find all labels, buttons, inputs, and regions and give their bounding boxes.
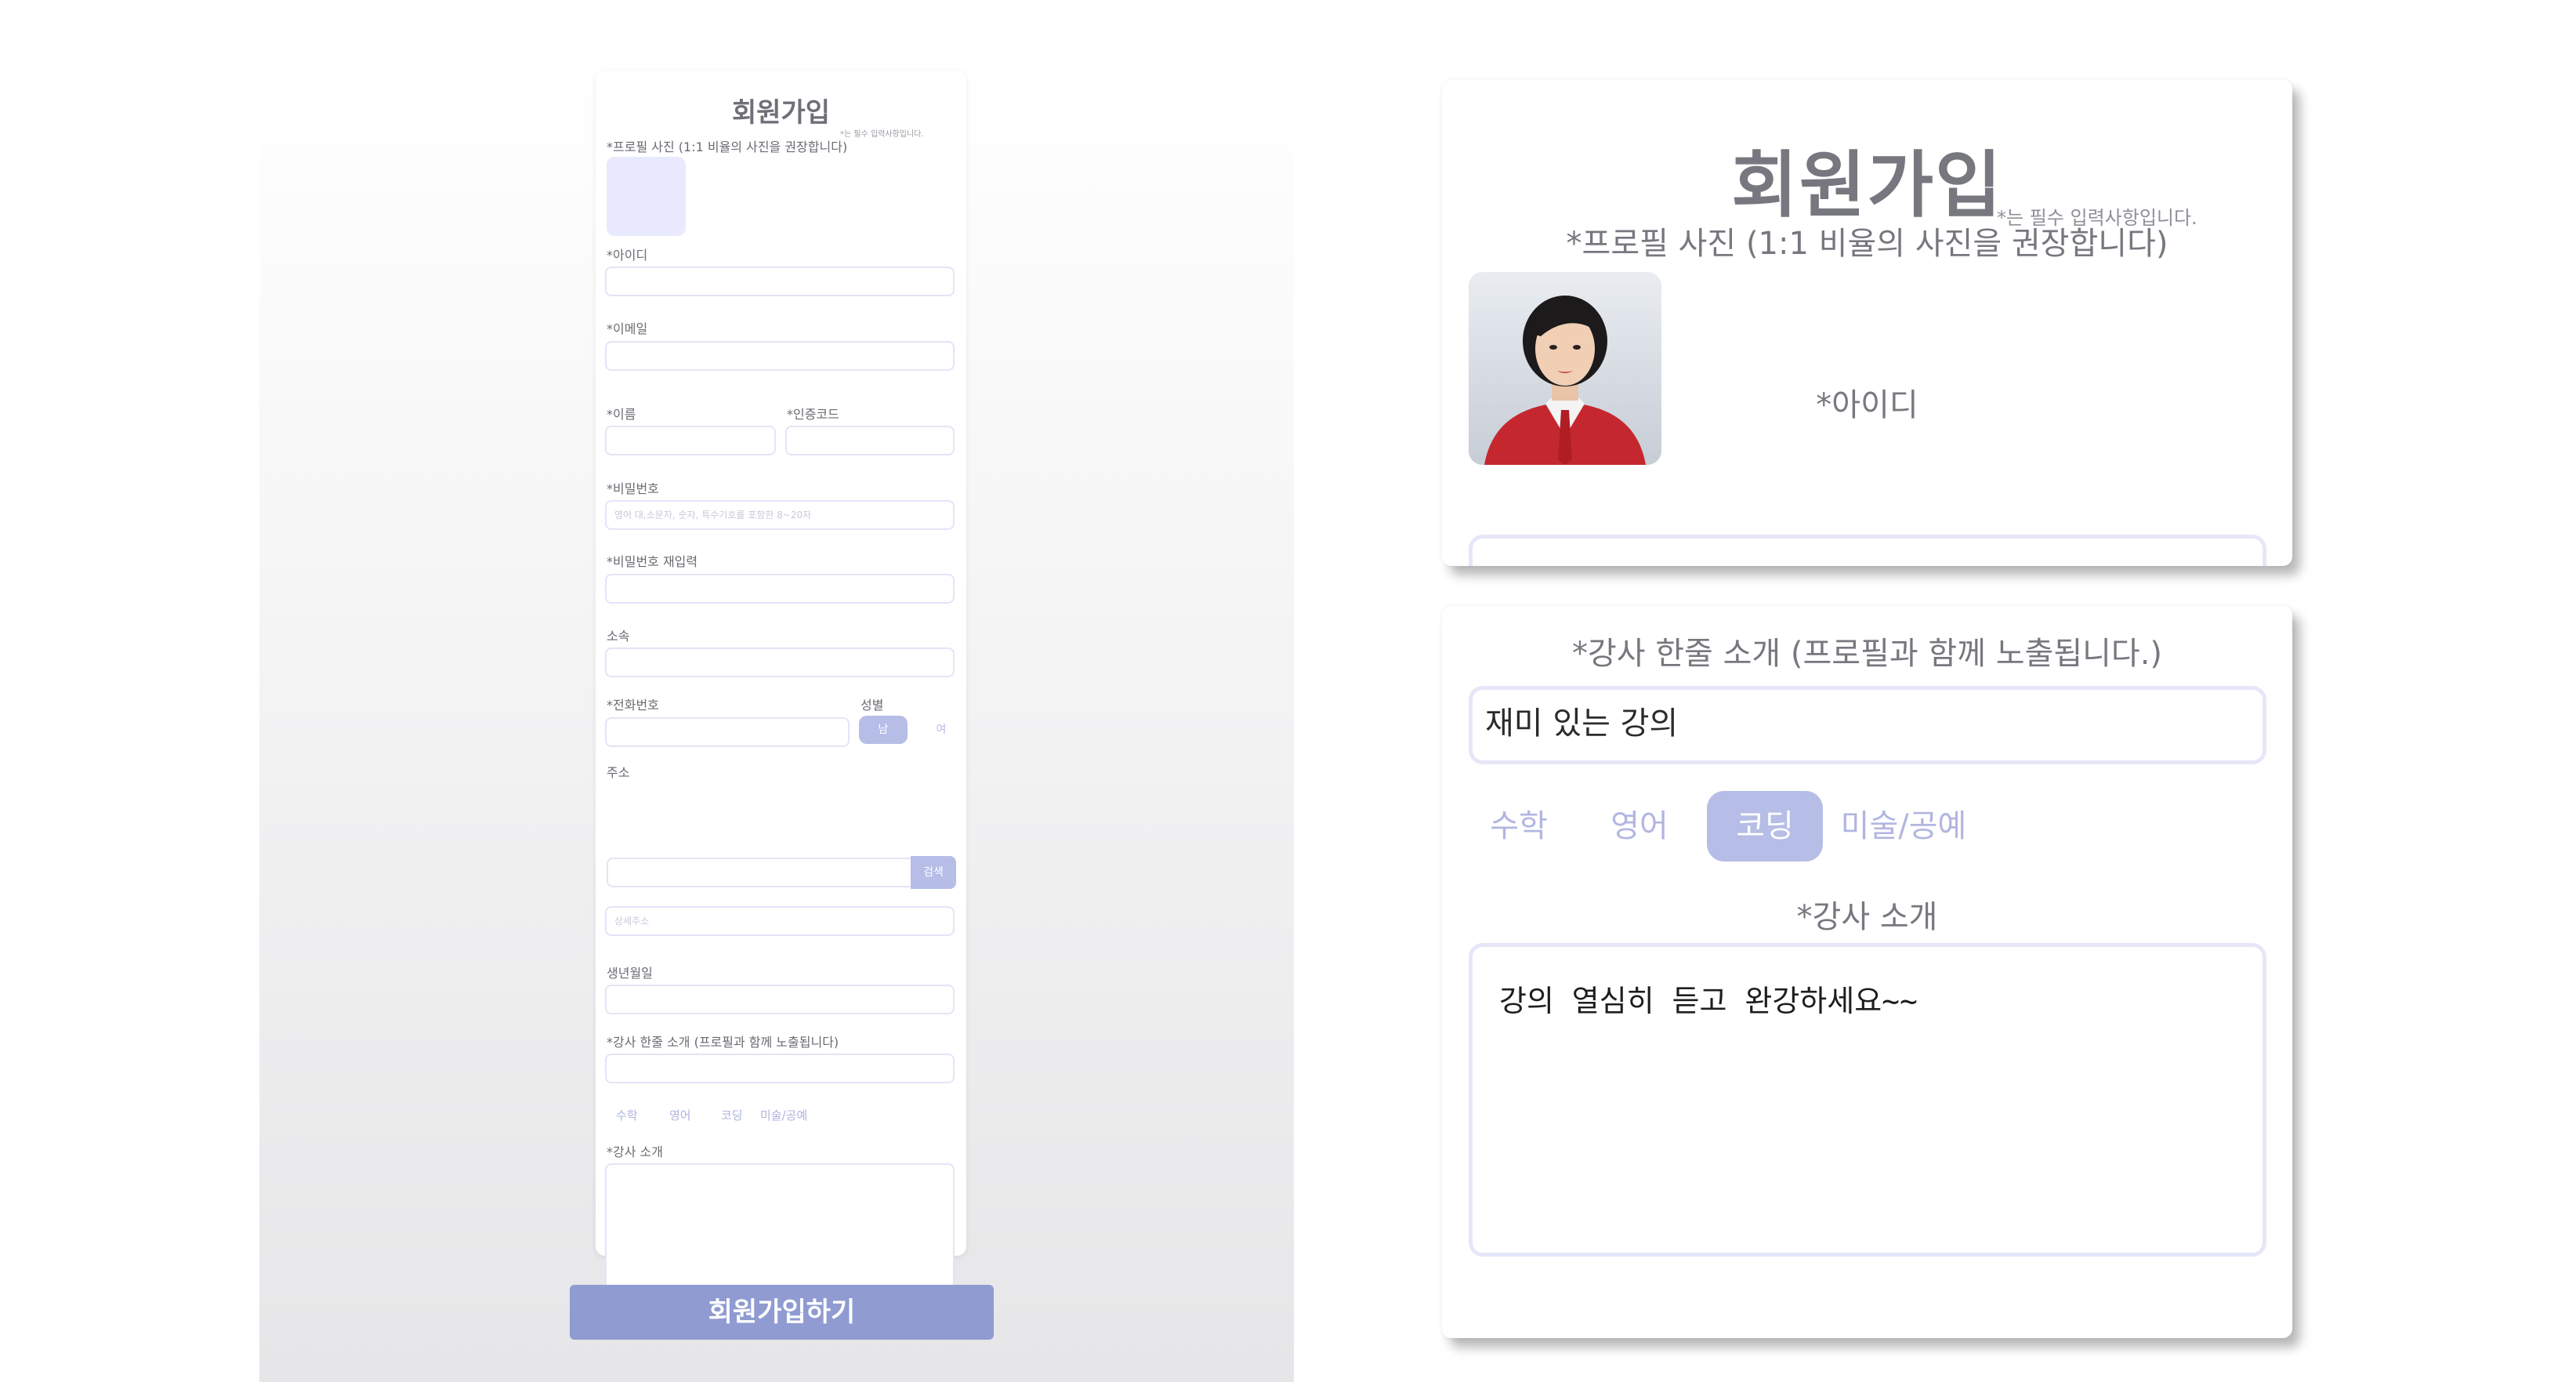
address-input[interactable] xyxy=(607,858,912,887)
address-label: 주소 xyxy=(607,765,630,780)
subject-math[interactable]: 수학 xyxy=(616,1107,638,1123)
zoom-id-label: *아이디 xyxy=(1816,387,1918,423)
zoom-intro-short-value: 재미 있는 강의 xyxy=(1485,706,1679,742)
id-input[interactable] xyxy=(605,267,955,296)
zoom-photo-label: *프로필 사진 (1:1 비율의 사진을 권장합니다) xyxy=(1566,226,2168,262)
verification-code-input[interactable] xyxy=(785,426,955,455)
affiliation-label: 소속 xyxy=(607,629,630,644)
gender-male-toggle[interactable]: 남 xyxy=(859,716,908,744)
name-input[interactable] xyxy=(605,426,776,455)
profile-photo[interactable] xyxy=(1469,272,1661,465)
zoom-subject-math[interactable]: 수학 xyxy=(1473,791,1564,861)
zoom-intro-short-input[interactable]: 재미 있는 강의 xyxy=(1469,686,2266,764)
photo-label: *프로필 사진 (1:1 비율의 사진을 권장합니다) xyxy=(607,140,848,154)
code-label: *인증코드 xyxy=(787,407,839,422)
intro-short-input[interactable] xyxy=(605,1054,955,1083)
zoom-card-top: 회원가입 *는 필수 입력사항입니다. *프로필 사진 (1:1 비율의 사진을… xyxy=(1442,80,2292,566)
signup-submit-button[interactable]: 회원가입하기 xyxy=(570,1285,994,1340)
intro-label: *강사 소개 xyxy=(607,1144,663,1159)
address-search-button[interactable]: 검색 xyxy=(911,856,956,889)
affiliation-input[interactable] xyxy=(605,647,955,677)
zoom-intro-value: 강의 열심히 듣고 완강하세요~~ xyxy=(1499,984,1918,1018)
phone-input[interactable] xyxy=(605,717,850,747)
address-detail-input[interactable]: 상세주소 xyxy=(605,906,955,936)
password-confirm-label: *비밀번호 재입력 xyxy=(607,554,698,569)
name-label: *이름 xyxy=(607,407,636,422)
zoom-card-bottom: *강사 한줄 소개 (프로필과 함께 노출됩니다.) 재미 있는 강의 수학 영… xyxy=(1442,606,2292,1338)
id-label: *아이디 xyxy=(607,248,648,263)
zoom-intro-textarea[interactable]: 강의 열심히 듣고 완강하세요~~ xyxy=(1469,943,2266,1257)
password-input[interactable]: 영어 대,소문자, 숫자, 특수기호를 포함한 8~20자 xyxy=(605,500,955,530)
birth-label: 생년월일 xyxy=(607,966,653,981)
subject-art[interactable]: 미술/공예 xyxy=(760,1107,807,1123)
zoom-intro-label: *강사 소개 xyxy=(1796,899,1938,935)
form-title: 회원가입 xyxy=(731,97,831,129)
subject-english[interactable]: 영어 xyxy=(669,1107,691,1123)
profile-photo-placeholder[interactable] xyxy=(607,157,686,236)
gender-female-toggle[interactable]: 여 xyxy=(929,716,953,744)
zoom-subject-english[interactable]: 영어 xyxy=(1594,791,1685,861)
signup-form-card: 회원가입 *는 필수 입력사항입니다. *프로필 사진 (1:1 비율의 사진을… xyxy=(596,71,966,1298)
zoom-subject-art[interactable]: 미술/공예 xyxy=(1829,791,1978,861)
intro-short-label: *강사 한줄 소개 (프로필과 함께 노출됩니다) xyxy=(607,1035,839,1050)
profile-photo-image xyxy=(1469,272,1661,465)
birthdate-input[interactable] xyxy=(605,985,955,1014)
email-label: *이메일 xyxy=(607,321,648,336)
zoom-subject-coding[interactable]: 코딩 xyxy=(1707,791,1823,861)
subject-coding[interactable]: 코딩 xyxy=(721,1107,743,1123)
phone-label: *전화번호 xyxy=(607,698,659,713)
email-input[interactable] xyxy=(605,341,955,371)
intro-textarea[interactable] xyxy=(605,1163,955,1298)
zoom-intro-short-label: *강사 한줄 소개 (프로필과 함께 노출됩니다.) xyxy=(1571,636,2163,672)
required-note: *는 필수 입력사항입니다. xyxy=(840,130,924,139)
password-confirm-input[interactable] xyxy=(605,574,955,604)
zoom-id-input[interactable] xyxy=(1469,535,2266,566)
password-label: *비밀번호 xyxy=(607,481,659,496)
gender-label: 성별 xyxy=(860,698,884,713)
